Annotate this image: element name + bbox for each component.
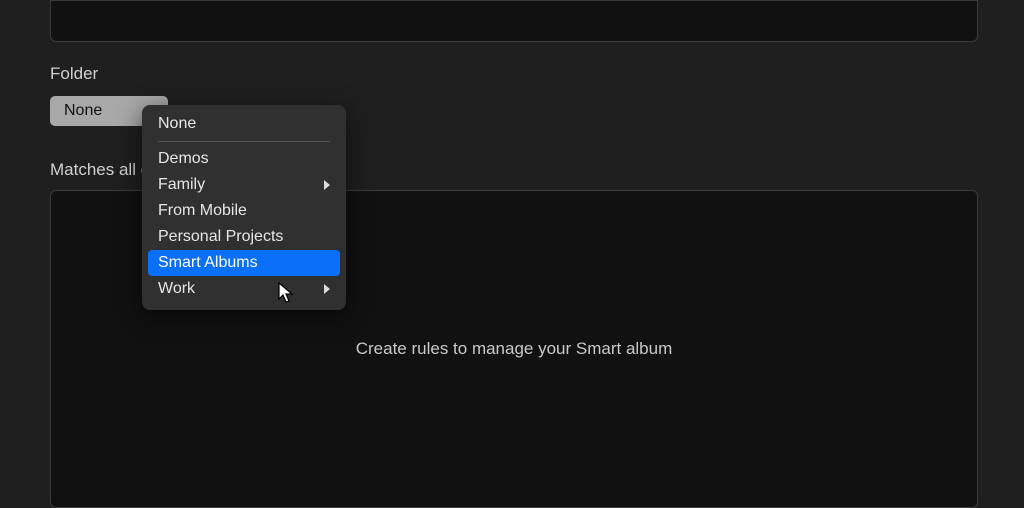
- chevron-right-icon: [324, 284, 330, 294]
- dropdown-item-label: Work: [158, 280, 195, 298]
- folder-label: Folder: [50, 64, 98, 84]
- rules-placeholder: Create rules to manage your Smart album: [51, 339, 977, 359]
- folder-dropdown[interactable]: None Demos Family From Mobile Personal Proje…: [142, 105, 346, 310]
- folder-select-value: None: [64, 102, 102, 120]
- dropdown-item[interactable]: None: [148, 111, 340, 137]
- dropdown-item[interactable]: Personal Projects: [148, 224, 340, 250]
- chevron-right-icon: [324, 180, 330, 190]
- matches-rules-label: Matches all of the following rules: [50, 160, 145, 180]
- dropdown-item-label: Smart Albums: [158, 254, 258, 272]
- dropdown-item[interactable]: Family: [148, 172, 340, 198]
- dropdown-item[interactable]: Demos: [148, 146, 340, 172]
- dropdown-item-label: From Mobile: [158, 202, 247, 220]
- dropdown-item-label: Personal Projects: [158, 228, 283, 246]
- dropdown-item-label: Family: [158, 176, 205, 194]
- top-panel: [50, 0, 978, 42]
- dropdown-item-label: Demos: [158, 150, 209, 168]
- dropdown-item-label: None: [158, 115, 196, 133]
- dropdown-item[interactable]: Work: [148, 276, 340, 302]
- dropdown-separator: [158, 141, 330, 142]
- dropdown-item[interactable]: Smart Albums: [148, 250, 340, 276]
- dropdown-item[interactable]: From Mobile: [148, 198, 340, 224]
